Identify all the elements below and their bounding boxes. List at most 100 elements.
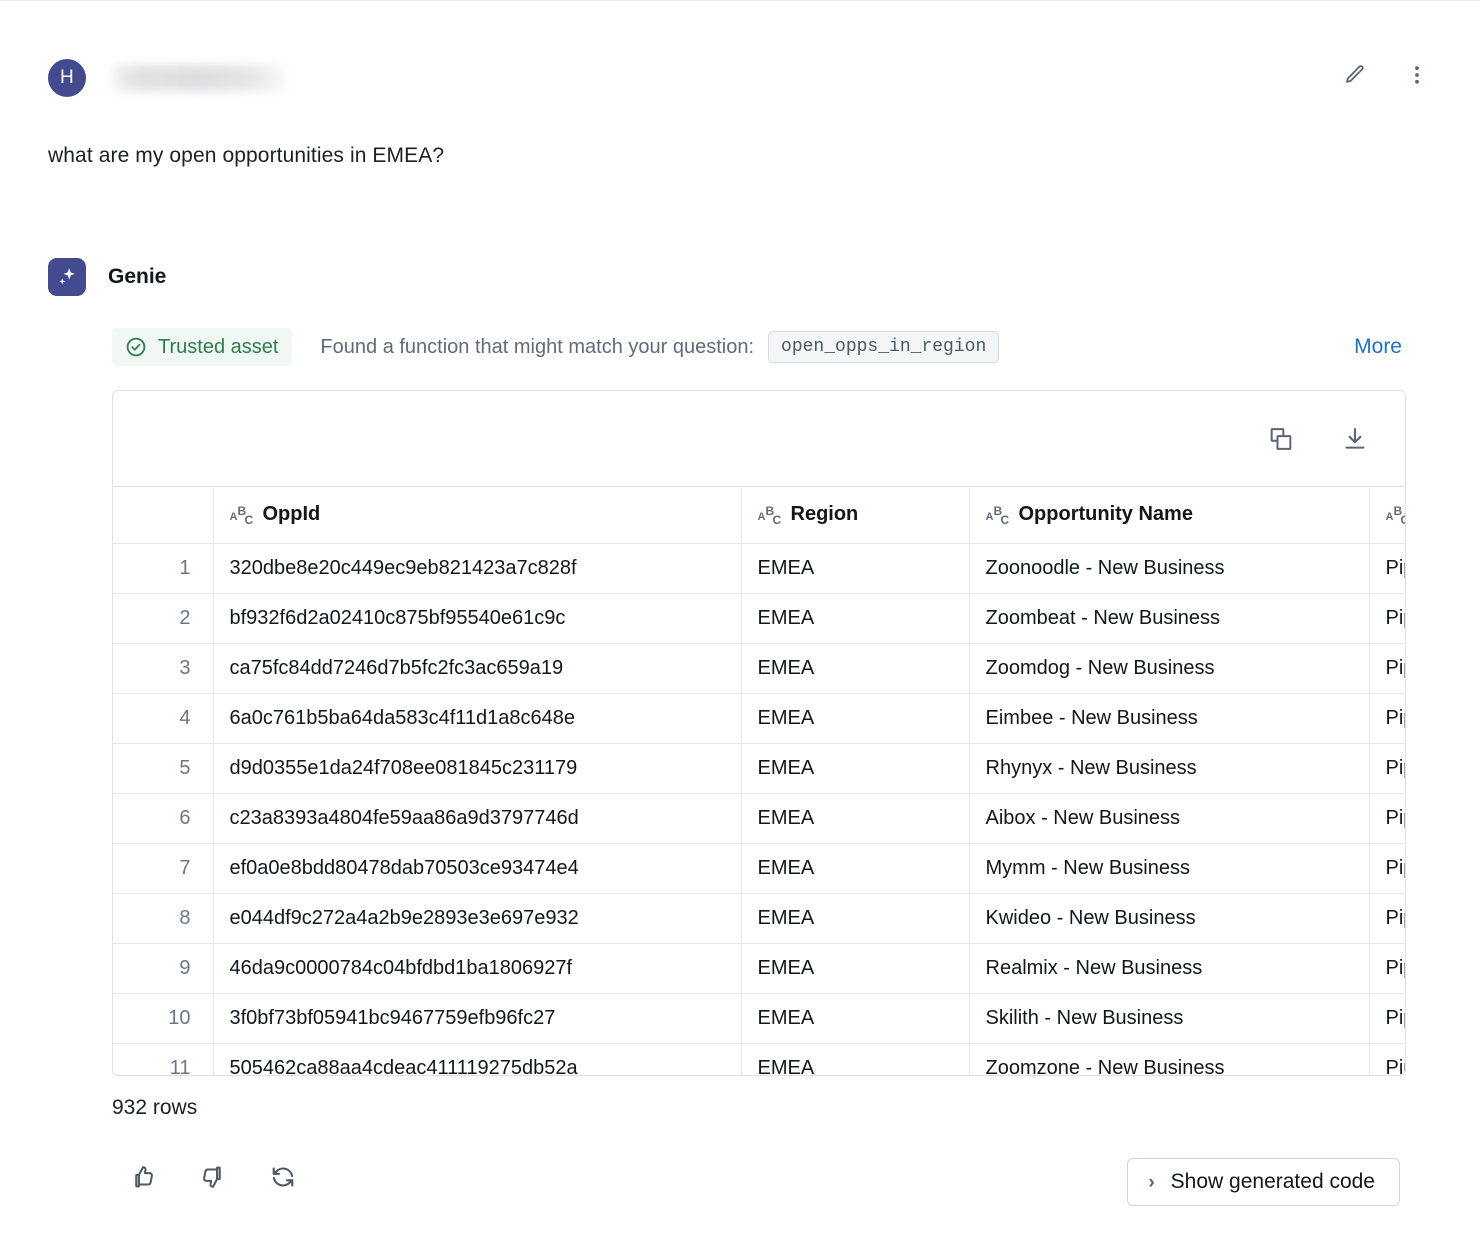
- table-row[interactable]: 3 ca75fc84dd7246d7b5fc2fc3ac659a19 EMEA …: [113, 643, 1405, 694]
- result-table-toolbar: [113, 391, 1405, 487]
- cell-clipped: Pip: [1369, 893, 1405, 944]
- abc-string-icon: ABC: [229, 503, 254, 527]
- result-table: ABC OppId ABC Region A B C Opportunity N…: [113, 487, 1405, 1075]
- user-message-actions: [1340, 60, 1432, 90]
- cell-opportunity-name: Zoombeat - New Business: [969, 593, 1370, 644]
- cell-region: EMEA: [741, 743, 970, 794]
- chevron-right-icon: ›: [1148, 1171, 1155, 1193]
- cell-opportunity-name: Kwideo - New Business: [969, 893, 1370, 944]
- table-row[interactable]: 1 320dbe8e20c449ec9eb821423a7c828f EMEA …: [113, 543, 1405, 594]
- table-row[interactable]: 11 505462ca88aa4cdeac411119275db52a EMEA…: [113, 1043, 1405, 1075]
- cell-opportunity-name: Rhynyx - New Business: [969, 743, 1370, 794]
- refresh-icon[interactable]: [268, 1162, 298, 1192]
- cell-region: EMEA: [741, 643, 970, 694]
- status-badge: Trusted asset: [112, 328, 293, 366]
- feedback-actions: [128, 1162, 298, 1192]
- cell-opportunity-name: Zoomzone - New Business: [969, 1043, 1370, 1075]
- row-number: 4: [113, 693, 214, 744]
- cell-opportunity-name: Eimbee - New Business: [969, 693, 1370, 744]
- table-row[interactable]: 4 6a0c761b5ba64da583c4f11d1a8c648e EMEA …: [113, 693, 1405, 744]
- pencil-icon[interactable]: [1340, 60, 1370, 90]
- cell-clipped: Pip: [1369, 593, 1405, 644]
- assistant-message-block: Genie Trusted asset Found a function tha…: [48, 258, 1432, 366]
- show-generated-code-button[interactable]: › Show generated code: [1127, 1158, 1400, 1206]
- cell-region: EMEA: [741, 793, 970, 844]
- cell-oppid: 3f0bf73bf05941bc9467759efb96fc27: [213, 993, 742, 1044]
- cell-oppid: bf932f6d2a02410c875bf95540e61c9c: [213, 593, 742, 644]
- assistant-header: Genie: [48, 258, 1432, 296]
- table-row[interactable]: 2 bf932f6d2a02410c875bf95540e61c9c EMEA …: [113, 593, 1405, 644]
- cell-region: EMEA: [741, 843, 970, 894]
- cell-region: EMEA: [741, 1043, 970, 1075]
- row-number: 11: [113, 1043, 214, 1075]
- show-generated-code-label: Show generated code: [1170, 1170, 1375, 1193]
- cell-clipped: Pip: [1369, 993, 1405, 1044]
- user-message-header: H: [48, 56, 1432, 100]
- table-row[interactable]: 7 ef0a0e8bdd80478dab70503ce93474e4 EMEA …: [113, 843, 1405, 894]
- row-number: 6: [113, 793, 214, 844]
- column-header-region[interactable]: ABC Region: [741, 487, 970, 544]
- column-header-label: Opportunity Name: [1018, 503, 1193, 526]
- cell-clipped: Pip: [1369, 793, 1405, 844]
- column-header-label: Region: [790, 503, 859, 526]
- cell-oppid: ca75fc84dd7246d7b5fc2fc3ac659a19: [213, 643, 742, 694]
- more-link[interactable]: More: [1354, 335, 1402, 359]
- column-header-label: OppId: [262, 503, 321, 526]
- table-row[interactable]: 9 46da9c0000784c04bfdbd1ba1806927f EMEA …: [113, 943, 1405, 994]
- trusted-asset-label: Trusted asset: [158, 335, 279, 358]
- table-row[interactable]: 6 c23a8393a4804fe59aa86a9d3797746d EMEA …: [113, 793, 1405, 844]
- cell-region: EMEA: [741, 693, 970, 744]
- cell-clipped: Pip: [1369, 743, 1405, 794]
- row-number-header: [113, 487, 214, 544]
- table-header-row: ABC OppId ABC Region A B C Opportunity N…: [113, 487, 1405, 544]
- user-name-redacted: [112, 65, 284, 91]
- cell-region: EMEA: [741, 943, 970, 994]
- cell-oppid: 6a0c761b5ba64da583c4f11d1a8c648e: [213, 693, 742, 744]
- cell-clipped: Pip: [1369, 543, 1405, 594]
- genie-conversation-page: H what are my open opportunities in EMEA…: [0, 0, 1480, 1240]
- function-name-chip[interactable]: open_opps_in_region: [768, 331, 1000, 363]
- check-circle-icon: [126, 337, 146, 357]
- avatar: H: [48, 59, 86, 97]
- row-number: 7: [113, 843, 214, 894]
- column-header-clipped[interactable]: ABC: [1369, 487, 1405, 544]
- avatar-initial: H: [60, 67, 74, 88]
- row-number: 8: [113, 893, 214, 944]
- cell-opportunity-name: Zoonoodle - New Business: [969, 543, 1370, 594]
- table-row[interactable]: 5 d9d0355e1da24f708ee081845c231179 EMEA …: [113, 743, 1405, 794]
- user-message-block: H what are my open opportunities in EMEA…: [48, 56, 1432, 170]
- row-number: 10: [113, 993, 214, 1044]
- user-message-text: what are my open opportunities in EMEA?: [48, 144, 445, 167]
- cell-oppid: c23a8393a4804fe59aa86a9d3797746d: [213, 793, 742, 844]
- download-icon[interactable]: [1341, 425, 1369, 453]
- cell-oppid: 505462ca88aa4cdeac411119275db52a: [213, 1043, 742, 1075]
- cell-oppid: ef0a0e8bdd80478dab70503ce93474e4: [213, 843, 742, 894]
- table-row[interactable]: 8 e044df9c272a4a2b9e2893e3e697e932 EMEA …: [113, 893, 1405, 944]
- top-divider: [0, 0, 1480, 1]
- cell-opportunity-name: Mymm - New Business: [969, 843, 1370, 894]
- function-found-text: Found a function that might match your q…: [320, 335, 755, 358]
- cell-clipped: Pip: [1369, 643, 1405, 694]
- thumbs-up-icon[interactable]: [128, 1162, 158, 1192]
- result-table-card: ABC OppId ABC Region A B C Opportunity N…: [112, 390, 1406, 1076]
- table-row[interactable]: 10 3f0bf73bf05941bc9467759efb96fc27 EMEA…: [113, 993, 1405, 1044]
- cell-opportunity-name: Skilith - New Business: [969, 993, 1370, 1044]
- cell-clipped: Pip: [1369, 693, 1405, 744]
- column-header-opportunity-name[interactable]: ABC Opportunity Name: [969, 487, 1370, 544]
- assistant-name: Genie: [108, 265, 167, 288]
- abc-string-icon: ABC: [985, 503, 1010, 527]
- cell-oppid: 320dbe8e20c449ec9eb821423a7c828f: [213, 543, 742, 594]
- cell-clipped: Pip: [1369, 943, 1405, 994]
- abc-string-icon: ABC: [757, 503, 782, 527]
- thumbs-down-icon[interactable]: [198, 1162, 228, 1192]
- row-number: 5: [113, 743, 214, 794]
- cell-opportunity-name: Zoomdog - New Business: [969, 643, 1370, 694]
- column-header-oppid[interactable]: ABC OppId: [213, 487, 742, 544]
- cell-oppid: 46da9c0000784c04bfdbd1ba1806927f: [213, 943, 742, 994]
- cell-opportunity-name: Aibox - New Business: [969, 793, 1370, 844]
- cell-clipped: Pip: [1369, 843, 1405, 894]
- copy-icon[interactable]: [1267, 425, 1295, 453]
- rows-count-label: 932 rows: [112, 1096, 198, 1119]
- cell-region: EMEA: [741, 993, 970, 1044]
- more-vertical-icon[interactable]: [1402, 60, 1432, 90]
